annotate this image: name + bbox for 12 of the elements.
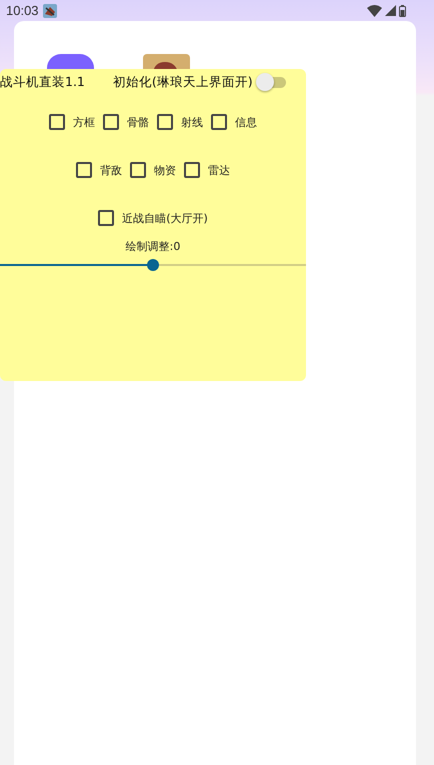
checkbox-label: 物资 (154, 162, 176, 178)
checkbox-label: 雷达 (208, 162, 230, 178)
checkbox-label: 骨骼 (127, 114, 149, 130)
toggle-label: 初始化(琳琅天上界面开) (112, 74, 253, 90)
checkbox-label: 方框 (73, 114, 95, 130)
checkbox-label: 背敌 (100, 162, 122, 178)
slider-label: 绘制调整:0 (126, 239, 180, 254)
checkbox-label: 信息 (235, 114, 257, 130)
checkbox-label: 近战自瞄(大厅开) (122, 210, 208, 226)
clock-time: 10:03 (6, 3, 39, 18)
panel-title: 战斗机直装1.1 (0, 74, 85, 90)
checkbox-label: 射线 (181, 114, 203, 130)
